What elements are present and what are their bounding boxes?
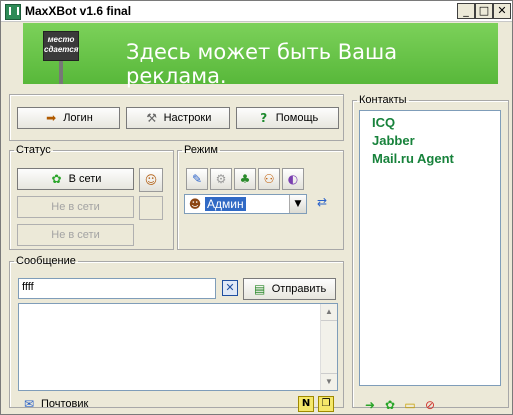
send-label: Отправить: [271, 283, 327, 295]
login-label: Логин: [63, 112, 93, 124]
message-input[interactable]: ffff: [18, 278, 216, 299]
refresh-icon[interactable]: ⇄: [312, 193, 332, 213]
offline-button-2[interactable]: Не в сети: [17, 224, 134, 246]
mail-label: Почтовик: [41, 398, 89, 410]
mail-icon: ✉: [23, 397, 35, 411]
clear-icon[interactable]: ✕: [222, 280, 238, 296]
add-contact-icon[interactable]: ✿: [383, 398, 397, 412]
message-log[interactable]: ▲ ▼: [18, 303, 338, 391]
send-button[interactable]: ▤ Отправить: [243, 278, 336, 300]
settings-label: Настроки: [163, 112, 212, 124]
block-icon[interactable]: ⊘: [423, 398, 437, 412]
settings-button[interactable]: ⚒ Настроки: [126, 107, 230, 129]
login-icon: ➡: [46, 111, 57, 125]
scrollbar[interactable]: ▲ ▼: [320, 304, 337, 390]
mail-link[interactable]: ✉ Почтовик: [22, 397, 88, 411]
maximize-button[interactable]: □: [475, 3, 493, 19]
banner-text: Здесь может быть Ваша реклама.: [126, 40, 398, 88]
status-legend: Статус: [16, 144, 51, 156]
mode-legend: Режим: [184, 144, 218, 156]
folder-icon[interactable]: ▭: [403, 398, 417, 412]
help-button[interactable]: ? Помощь: [236, 107, 339, 129]
scroll-up-icon[interactable]: ▲: [321, 304, 337, 321]
ad-banner[interactable]: место сдается Здесь может быть Ваша рекл…: [23, 23, 498, 88]
mode-panel: Режим ✎ ⚙ ♣ ⚇ ◐ ☻ Админ ▼ ⇄: [177, 144, 344, 250]
online-button[interactable]: ✿ В сети: [17, 168, 134, 190]
sign-board: место сдается: [43, 31, 79, 61]
toolbar-panel: ➡ Логин ⚒ Настроки ? Помощь: [9, 94, 344, 141]
edit-icon[interactable]: ✎: [186, 168, 208, 190]
mode-select[interactable]: ☻ Админ ▼: [184, 194, 307, 214]
contact-item[interactable]: ICQ: [372, 115, 395, 130]
app-logo-icon: [5, 4, 21, 20]
minimize-button[interactable]: _: [457, 3, 475, 19]
login-button[interactable]: ➡ Логин: [17, 107, 120, 129]
main-window: MaxXBot v1.6 final _ □ ✕ место сдается З…: [0, 0, 513, 415]
smiley-icon[interactable]: ☺: [139, 168, 163, 192]
tree-icon[interactable]: ♣: [234, 168, 256, 190]
contacts-list[interactable]: ICQ Jabber Mail.ru Agent: [359, 110, 501, 386]
sign-line-2: сдается: [44, 45, 79, 54]
scroll-down-icon[interactable]: ▼: [321, 373, 337, 390]
offline-label-1: Не в сети: [51, 201, 100, 213]
send-icon: ▤: [254, 282, 266, 296]
users-icon[interactable]: ⚇: [258, 168, 280, 190]
contacts-legend: Контакты: [359, 94, 407, 106]
sign-post: [59, 61, 63, 84]
empty-status-slot[interactable]: [139, 196, 163, 220]
contact-item[interactable]: Mail.ru Agent: [372, 151, 454, 166]
globe-icon[interactable]: ◐: [282, 168, 304, 190]
status-panel: Статус ✿ В сети ☺ Не в сети Не в сети: [9, 144, 174, 250]
message-input-value: ffff: [22, 281, 34, 293]
contacts-panel: Контакты ICQ Jabber Mail.ru Agent ➜ ✿ ▭ …: [352, 94, 509, 412]
chevron-down-icon[interactable]: ▼: [289, 195, 306, 213]
n-button[interactable]: N: [298, 396, 314, 412]
help-label: Помощь: [275, 112, 319, 124]
online-label: В сети: [68, 173, 102, 185]
contact-item[interactable]: Jabber: [372, 133, 415, 148]
message-panel: Сообщение ffff ✕ ▤ Отправить ▲ ▼ ✉ Почто…: [9, 255, 344, 412]
copy-icon[interactable]: ❐: [318, 396, 334, 412]
help-icon: ?: [260, 111, 268, 125]
flower-icon: ✿: [51, 172, 62, 186]
sign-line-1: место: [47, 35, 75, 44]
message-legend: Сообщение: [16, 255, 76, 267]
mode-selected-value: Админ: [205, 197, 246, 211]
tools-icon: ⚒: [146, 111, 157, 125]
arrow-right-icon[interactable]: ➜: [363, 398, 377, 412]
window-title: MaxXBot v1.6 final: [25, 4, 132, 18]
title-bar[interactable]: MaxXBot v1.6 final _ □ ✕: [1, 1, 512, 22]
offline-label-2: Не в сети: [51, 229, 100, 241]
close-button[interactable]: ✕: [493, 3, 511, 19]
offline-button-1[interactable]: Не в сети: [17, 196, 134, 218]
admin-icon: ☻: [188, 197, 202, 211]
gear-icon[interactable]: ⚙: [210, 168, 232, 190]
